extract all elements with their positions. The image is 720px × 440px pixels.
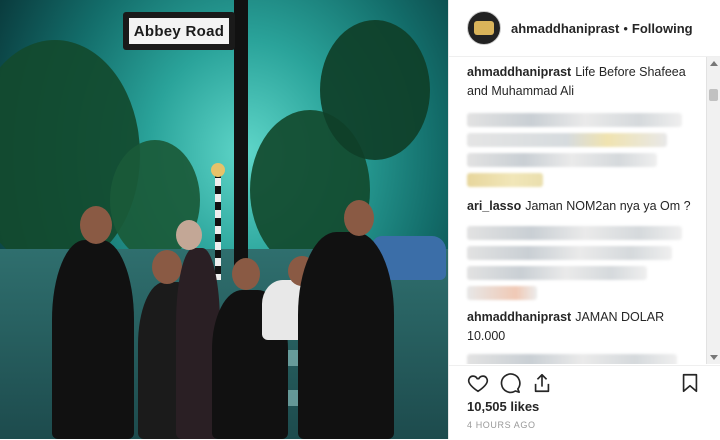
- person-head: [232, 258, 260, 290]
- person-head: [176, 220, 202, 250]
- street-sign-text: Abbey Road: [127, 16, 231, 46]
- blurred-comment: [467, 266, 647, 280]
- post-actions: 10,505 likes 4 HOURS AGO: [449, 365, 720, 440]
- post-side-panel: ahmaddhaniprast • Following ahmaddhanipras…: [448, 0, 720, 439]
- header-username[interactable]: ahmaddhaniprast: [511, 21, 619, 36]
- comment-username[interactable]: ari_lasso: [467, 199, 521, 213]
- comment-username[interactable]: ahmaddhaniprast: [467, 310, 571, 324]
- scrollbar-thumb[interactable]: [709, 89, 718, 101]
- blurred-comment: [467, 113, 682, 127]
- blurred-comment: [467, 133, 667, 147]
- comment-item: ari_lasso Jaman NOM2an nya ya Om ?: [467, 197, 705, 216]
- header-separator: •: [623, 20, 628, 36]
- comments-scrollbar[interactable]: [706, 57, 720, 364]
- sign-pole: [234, 0, 248, 270]
- comment-item: ahmaddhaniprast Life Before Shafeea and M…: [467, 63, 705, 101]
- bookmark-icon[interactable]: [679, 372, 701, 394]
- blurred-comment: [467, 153, 657, 167]
- belisha-beacon-pole: [215, 170, 221, 280]
- person-head: [344, 200, 374, 236]
- tree-far-right: [320, 20, 430, 160]
- post-header: ahmaddhaniprast • Following: [449, 0, 720, 57]
- scroll-up-arrow-icon[interactable]: [710, 61, 718, 66]
- comment-text: Jaman NOM2an nya ya Om ?: [525, 199, 691, 213]
- blurred-comment: [467, 246, 672, 260]
- comment-icon[interactable]: [499, 372, 521, 394]
- post-photo[interactable]: Abbey Road: [0, 0, 448, 439]
- person: [298, 232, 394, 439]
- header-text: ahmaddhaniprast • Following: [511, 21, 693, 36]
- person-head: [80, 206, 112, 244]
- person-head: [152, 250, 182, 284]
- comment-item: ahmaddhaniprast JAMAN DOLAR 10.000: [467, 308, 705, 346]
- belisha-beacon-light: [211, 163, 225, 177]
- likes-count[interactable]: 10,505 likes: [467, 399, 539, 414]
- blurred-comment: [467, 286, 537, 300]
- person: [52, 240, 134, 439]
- comments-list[interactable]: ahmaddhaniprast Life Before Shafeea and M…: [449, 57, 705, 364]
- blurred-comment: [467, 173, 543, 187]
- street-sign: Abbey Road: [123, 12, 235, 50]
- following-button[interactable]: Following: [632, 21, 693, 36]
- heart-icon[interactable]: [467, 372, 489, 394]
- post-timestamp[interactable]: 4 HOURS AGO: [467, 420, 536, 430]
- avatar[interactable]: [467, 11, 501, 45]
- avatar-image: [474, 21, 494, 35]
- blurred-comment: [467, 354, 677, 364]
- comment-username[interactable]: ahmaddhaniprast: [467, 65, 571, 79]
- scroll-down-arrow-icon[interactable]: [710, 355, 718, 360]
- share-icon[interactable]: [531, 372, 553, 394]
- blurred-comment: [467, 226, 682, 240]
